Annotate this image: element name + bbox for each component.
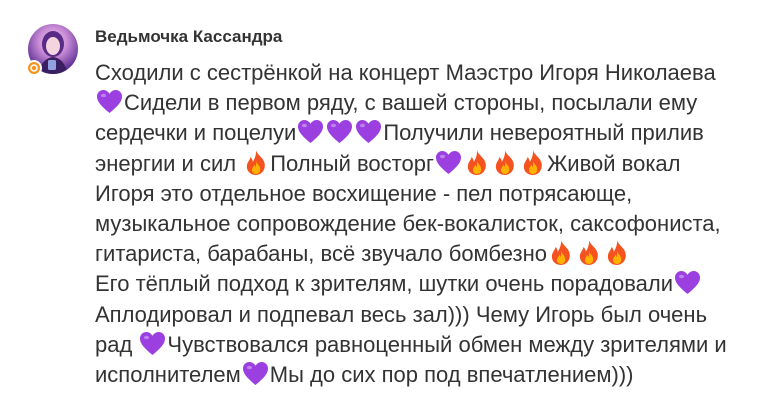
comment-text-segment: энергии и сил [95, 150, 243, 176]
purple-heart-icon [435, 150, 461, 174]
comment-text: Сходили с сестрёнкой на концерт Маэстро … [95, 58, 755, 390]
comment-line: Сходили с сестрёнкой на концерт Маэстро … [95, 58, 755, 88]
fire-icon [467, 149, 486, 175]
comment-text-segment: рад [95, 331, 139, 357]
comment-line: музыкальное сопровождение бек-вокалисток… [95, 209, 755, 239]
comment-text-segment: Игоря это отдельное восхищение - пел пот… [95, 180, 633, 206]
comment-text-segment: Мы до сих пор под впечатлением))) [269, 361, 634, 387]
comment-text-segment: гитариста, барабаны, всё звучало бомбезн… [95, 241, 548, 267]
fire-icon [495, 149, 514, 175]
comment-text-segment: Чувствовался равноценный обмен между зри… [167, 331, 727, 357]
purple-heart-icon [242, 361, 268, 385]
comment-text-segment: сердечки и поцелуи [95, 120, 297, 146]
comment-line: исполнителем Мы до сих пор под впечатлени… [95, 360, 755, 390]
author-name[interactable]: Ведьмочка Кассандра [95, 26, 282, 48]
comment-line: гитариста, барабаны, всё звучало бомбезн… [95, 239, 755, 269]
purple-heart-icon [675, 271, 700, 295]
comment-text-segment: Получили невероятный прилив [383, 120, 704, 146]
comment-text-segment: исполнителем [95, 361, 241, 387]
comment-line: Его тёплый подход к зрителям, шутки очен… [95, 269, 755, 299]
purple-heart-icon [97, 90, 122, 114]
comment-text-segment: Его тёплый подход к зрителям, шутки очен… [95, 271, 673, 297]
comment-text-segment: Сидели в первом ряду, с вашей стороны, п… [124, 90, 698, 116]
comment-text-segment: Сходили с сестрёнкой на концерт Маэстро … [95, 60, 716, 85]
avatar-wrap[interactable] [26, 24, 78, 76]
fire-icon [607, 240, 626, 266]
comment-text-segment: Живой вокал [546, 150, 681, 176]
comment-line: рад Чувствовался равноценный обмен между… [95, 330, 755, 360]
purple-heart-icon [298, 120, 324, 144]
comment: Ведьмочка Кассандра Сходили с сестрёнкой… [0, 0, 770, 406]
comment-text-segment: Аплодировал и подпевал весь зал))) Чему … [95, 301, 708, 327]
comment-line: энергии и сил Полный восторг Живой вокал [95, 149, 755, 179]
comment-line: сердечки и поцелуи Получили невероятный п… [95, 118, 755, 148]
fire-icon [551, 240, 570, 266]
fire-icon [523, 149, 542, 175]
rank-badge-icon [26, 60, 42, 76]
purple-heart-icon [327, 120, 353, 144]
comment-text-segment: Полный восторг [270, 150, 434, 176]
comment-text-segment: музыкальное сопровождение бек-вокалисток… [95, 210, 721, 236]
comment-line: Сидели в первом ряду, с вашей стороны, п… [95, 88, 755, 118]
comment-line: Аплодировал и подпевал весь зал))) Чему … [95, 300, 755, 330]
comment-line: Игоря это отдельное восхищение - пел пот… [95, 179, 755, 209]
fire-icon [247, 149, 266, 175]
purple-heart-icon [140, 331, 166, 355]
purple-heart-icon [356, 120, 382, 144]
fire-icon [579, 240, 598, 266]
